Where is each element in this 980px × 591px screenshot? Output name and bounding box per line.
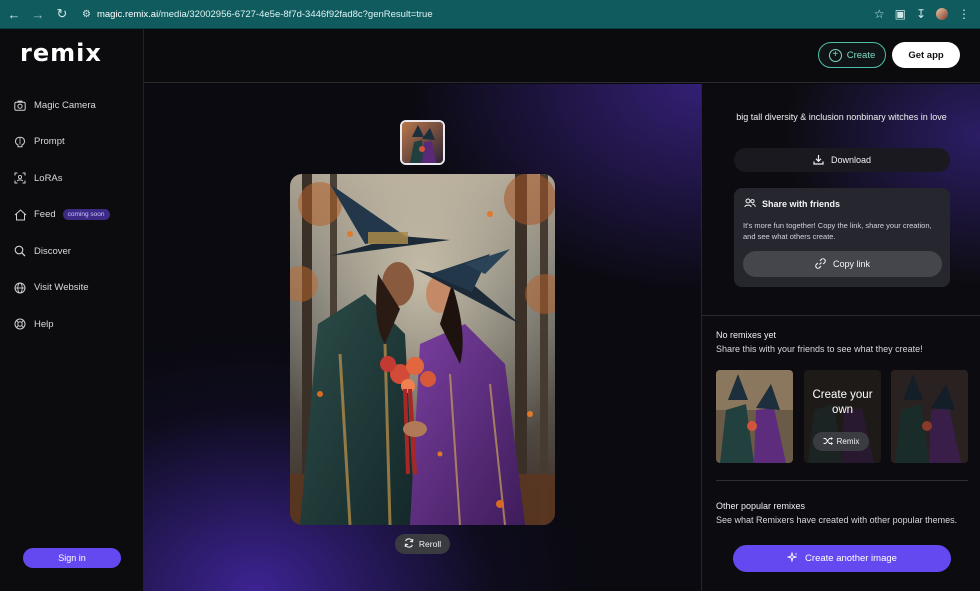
sidebar-item-label: Discover bbox=[34, 245, 71, 257]
download-tray-icon[interactable]: ↧ bbox=[916, 7, 926, 21]
remix-logo[interactable]: remix bbox=[20, 39, 102, 67]
sidebar-item-label: Visit Website bbox=[34, 282, 89, 294]
forward-arrow-icon[interactable]: → bbox=[28, 4, 48, 24]
create-label: Create bbox=[846, 49, 876, 61]
create-your-own-tile[interactable]: Create your own Remix bbox=[804, 370, 881, 463]
create-another-image-button[interactable]: Create another image bbox=[733, 545, 951, 572]
browser-toolbar: ← → ↻ ⚙ magic.remix.ai /media/32002956-6… bbox=[0, 0, 980, 29]
coming-soon-badge: coming soon bbox=[62, 209, 110, 221]
sidebar-item-loras[interactable]: LoRAs bbox=[0, 160, 144, 197]
share-card: Share with friends It's more fun togethe… bbox=[734, 188, 950, 287]
top-header: + Create Get app bbox=[144, 29, 980, 83]
copy-link-label: Copy link bbox=[832, 259, 870, 269]
browser-menu-icon[interactable]: ⋮ bbox=[958, 7, 970, 21]
sidebar-item-label: Magic Camera bbox=[34, 99, 96, 111]
details-panel: big tall diversity & inclusion nonbinary… bbox=[701, 84, 980, 591]
sidebar-item-feed[interactable]: Feed coming soon bbox=[0, 197, 144, 234]
remix-label: Remix bbox=[836, 437, 860, 446]
download-icon bbox=[813, 154, 824, 167]
create-button[interactable]: + Create bbox=[818, 42, 886, 68]
site-settings-icon[interactable]: ⚙ bbox=[82, 9, 91, 20]
sidebar-item-label: Feed bbox=[34, 209, 56, 221]
remix-section-subtitle: Share this with your friends to see what… bbox=[716, 344, 923, 354]
copy-link-button[interactable]: Copy link bbox=[743, 251, 942, 277]
globe-icon bbox=[13, 281, 27, 295]
sidebar-item-help[interactable]: Help bbox=[0, 306, 144, 343]
sidebar-item-label: Prompt bbox=[34, 136, 65, 148]
remix-section-title: No remixes yet bbox=[716, 330, 777, 340]
remix-thumbnail-dim[interactable] bbox=[891, 370, 968, 463]
extensions-icon[interactable]: ▣ bbox=[895, 7, 906, 21]
shuffle-icon bbox=[823, 436, 833, 447]
scan-face-icon bbox=[13, 171, 27, 185]
panel-divider bbox=[702, 315, 980, 316]
sidebar-menu: Magic Camera Prompt LoRAs Feed coming so… bbox=[0, 87, 144, 343]
download-label: Download bbox=[830, 155, 872, 165]
sidebar-item-label: Help bbox=[34, 318, 54, 330]
share-title: Share with friends bbox=[744, 198, 840, 210]
get-app-button[interactable]: Get app bbox=[892, 42, 960, 68]
share-title-label: Share with friends bbox=[762, 199, 841, 209]
sidebar: remix Magic Camera Prompt LoRAs Feed com bbox=[0, 29, 144, 591]
reroll-label: Reroll bbox=[418, 539, 442, 549]
sidebar-item-label: LoRAs bbox=[34, 172, 63, 184]
section-divider bbox=[716, 480, 968, 481]
back-arrow-icon[interactable]: ← bbox=[4, 4, 24, 24]
plus-circle-icon: + bbox=[828, 48, 842, 62]
sidebar-item-prompt[interactable]: Prompt bbox=[0, 124, 144, 161]
camera-icon bbox=[13, 98, 27, 112]
image-stage: Reroll bbox=[144, 84, 701, 591]
remix-thumbnail[interactable] bbox=[716, 370, 793, 463]
selected-thumbnail[interactable] bbox=[400, 120, 445, 165]
create-another-label: Create another image bbox=[805, 553, 897, 564]
remix-button[interactable]: Remix bbox=[813, 432, 869, 451]
prompt-text: big tall diversity & inclusion nonbinary… bbox=[736, 112, 947, 122]
lifebuoy-icon bbox=[13, 317, 27, 331]
sidebar-item-magic-camera[interactable]: Magic Camera bbox=[0, 87, 144, 124]
bookmark-star-icon[interactable]: ☆ bbox=[874, 7, 885, 21]
other-remixes-title: Other popular remixes bbox=[716, 501, 806, 511]
address-bar[interactable]: ⚙ magic.remix.ai /media/32002956-6727-4e… bbox=[82, 4, 433, 24]
sidebar-item-visit-website[interactable]: Visit Website bbox=[0, 270, 144, 307]
sign-in-button[interactable]: Sign in bbox=[23, 548, 121, 568]
refresh-icon bbox=[404, 538, 414, 550]
download-button[interactable]: Download bbox=[734, 148, 950, 172]
other-remixes-subtitle: See what Remixers have created with othe… bbox=[716, 515, 958, 525]
reload-icon[interactable]: ↻ bbox=[52, 4, 72, 24]
sidebar-item-discover[interactable]: Discover bbox=[0, 233, 144, 270]
sparkle-icon bbox=[786, 550, 798, 566]
reroll-button[interactable]: Reroll bbox=[395, 534, 450, 554]
create-your-own-text: Create your own bbox=[812, 389, 873, 416]
profile-avatar[interactable] bbox=[936, 8, 948, 20]
share-description: It's more fun together! Copy the link, s… bbox=[743, 221, 932, 241]
home-icon bbox=[13, 208, 27, 222]
url-path: /media/32002956-6727-4e5e-8f7d-3446f92fa… bbox=[158, 8, 433, 20]
link-icon bbox=[815, 257, 826, 271]
brain-icon bbox=[13, 135, 27, 149]
generated-image bbox=[290, 174, 555, 525]
users-icon bbox=[744, 198, 756, 210]
search-icon bbox=[13, 244, 27, 258]
url-host: magic.remix.ai bbox=[96, 8, 159, 20]
